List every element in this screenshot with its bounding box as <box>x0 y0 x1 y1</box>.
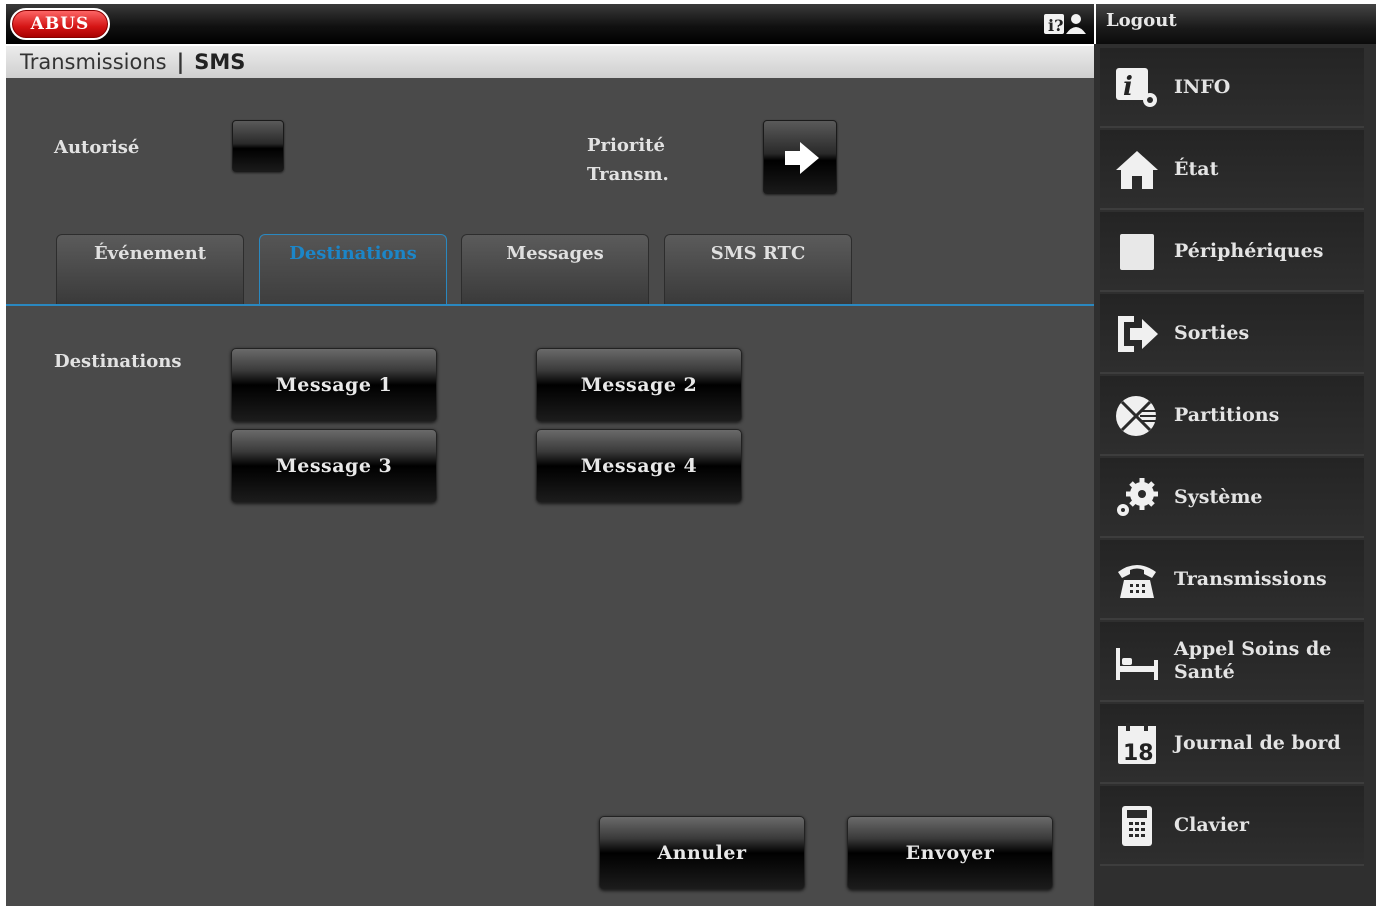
priority-button[interactable] <box>763 120 837 194</box>
authorized-toggle[interactable] <box>232 120 284 172</box>
app-window: ABUS i? Logout Transmissions | SMS Autor… <box>0 0 1376 906</box>
breadcrumb: Transmissions | SMS <box>6 46 1094 78</box>
sidebar-item-transmissions[interactable]: Transmissions <box>1100 540 1364 620</box>
help-user-icon[interactable]: i? <box>1042 10 1088 38</box>
sidebar-item-peripheriques[interactable]: Périphériques <box>1100 212 1364 292</box>
sidebar-item-label: Sorties <box>1174 322 1250 344</box>
priority-label-line2: Transm. <box>587 164 669 185</box>
sidebar-item-label: INFO <box>1174 76 1231 98</box>
send-button[interactable]: Envoyer <box>847 816 1053 890</box>
sidebar-item-clavier[interactable]: Clavier <box>1100 786 1364 866</box>
sidebar-item-etat[interactable]: État <box>1100 130 1364 210</box>
sidebar-item-systeme[interactable]: Système <box>1100 458 1364 538</box>
logout-bar: Logout <box>1096 4 1376 44</box>
main-panel: Autorisé Priorité Transm. Événement Dest… <box>6 78 1094 906</box>
info-gear-icon: i <box>1116 68 1157 107</box>
cancel-button[interactable]: Annuler <box>599 816 805 890</box>
sidebar-item-label: Appel Soins de Santé <box>1174 638 1332 683</box>
tab-messages[interactable]: Messages <box>461 234 649 304</box>
tab-evenement[interactable]: Événement <box>56 234 244 304</box>
sidebar-item-journal[interactable]: 18 Journal de bord <box>1100 704 1364 784</box>
arrow-right-icon <box>785 142 819 174</box>
tab-underline <box>6 304 1094 306</box>
priority-label-line1: Priorité <box>587 135 665 156</box>
message-1-button[interactable]: Message 1 <box>231 348 437 422</box>
partitions-pie-icon <box>1116 396 1158 436</box>
tab-sms-rtc[interactable]: SMS RTC <box>664 234 852 304</box>
sidebar-item-label: Journal de bord <box>1174 732 1341 754</box>
tab-destinations[interactable]: Destinations <box>259 234 447 304</box>
message-3-button[interactable]: Message 3 <box>231 429 437 503</box>
destinations-label: Destinations <box>54 351 182 372</box>
sidebar-item-appel-soins[interactable]: Appel Soins de Santé <box>1100 622 1364 702</box>
exit-arrow-icon <box>1118 316 1158 352</box>
sidebar-item-label: Périphériques <box>1174 240 1324 262</box>
sidebar: i INFO État Périphériques Sorties Partit… <box>1094 44 1376 906</box>
sidebar-item-label: Transmissions <box>1174 568 1327 590</box>
sidebar-item-info[interactable]: i INFO <box>1100 48 1364 128</box>
breadcrumb-current: SMS <box>194 50 246 74</box>
keypad-icon <box>1122 806 1152 846</box>
logout-link[interactable]: Logout <box>1106 10 1177 31</box>
home-icon <box>1116 151 1158 189</box>
top-bar: ABUS i? <box>6 4 1094 44</box>
breadcrumb-separator: | <box>176 50 185 74</box>
gears-icon <box>1117 478 1158 516</box>
message-4-button[interactable]: Message 4 <box>536 429 742 503</box>
device-square-icon <box>1120 234 1154 270</box>
sidebar-item-sorties[interactable]: Sorties <box>1100 294 1364 374</box>
svg-text:i: i <box>1123 72 1133 102</box>
abus-logo: ABUS <box>10 8 110 40</box>
sidebar-item-label: État <box>1174 158 1219 180</box>
calendar-day-number: 18 <box>1123 741 1154 766</box>
bed-icon <box>1116 648 1158 680</box>
telephone-icon <box>1118 565 1156 598</box>
breadcrumb-section: Transmissions <box>20 50 167 74</box>
calendar-icon: 18 <box>1118 723 1156 766</box>
sidebar-item-label: Clavier <box>1174 814 1250 836</box>
sidebar-item-label: Système <box>1174 486 1263 508</box>
sidebar-item-partitions[interactable]: Partitions <box>1100 376 1364 456</box>
sidebar-item-label: Partitions <box>1174 404 1280 426</box>
svg-text:i?: i? <box>1048 16 1063 35</box>
authorized-label: Autorisé <box>54 137 140 158</box>
message-2-button[interactable]: Message 2 <box>536 348 742 422</box>
